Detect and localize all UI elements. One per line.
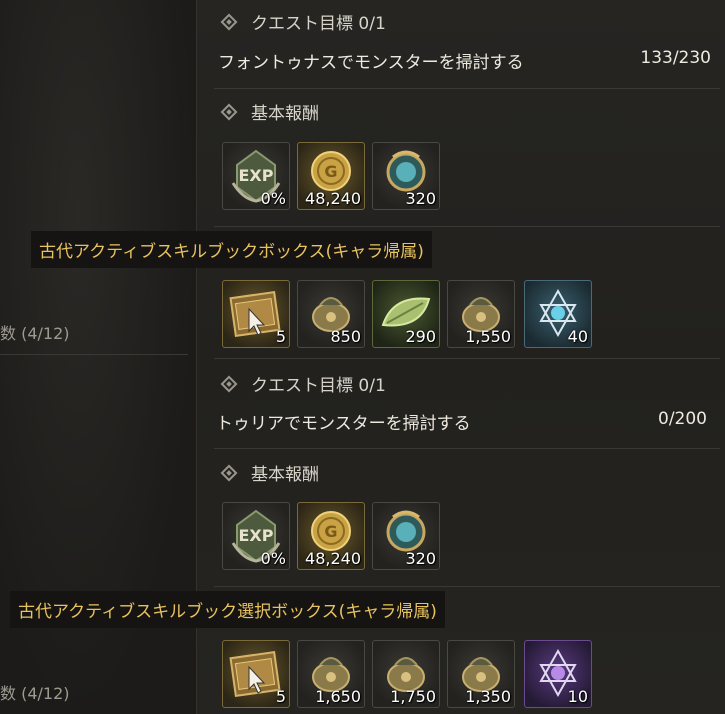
reward-slot-leaf[interactable]: 290	[372, 280, 440, 348]
reward-qty: 5	[275, 327, 286, 346]
reward-qty: 0%	[260, 549, 286, 568]
objective-header-text: クエスト目標 0/1	[251, 376, 386, 396]
section-divider	[214, 88, 720, 89]
reward-slot-gold[interactable]: G 48,240	[297, 502, 365, 570]
reward-qty: 40	[567, 327, 588, 346]
left-progress-count-2: 数 (4/12)	[0, 684, 70, 703]
reward-slot-pouch[interactable]: 1,750	[372, 640, 440, 708]
reward-slot-crystal[interactable]: 10	[524, 640, 592, 708]
basic-reward-header: 基本報酬	[219, 99, 319, 124]
reward-slot-pouch[interactable]: 1,350	[447, 640, 515, 708]
reward-qty: 1,650	[315, 687, 361, 706]
diamond-bullet-icon	[220, 103, 238, 120]
quest-objective-text: フォントゥナスでモンスターを掃討する	[218, 53, 524, 73]
section-divider	[214, 226, 720, 227]
reward-slot-pouch[interactable]: 1,550	[447, 280, 515, 348]
quest-objective-text: トゥリアでモンスターを掃討する	[216, 414, 471, 434]
mouse-cursor-icon	[248, 307, 266, 336]
svg-text:G: G	[324, 522, 337, 541]
basic-reward-header: 基本報酬	[219, 460, 319, 485]
reward-qty: 1,750	[390, 687, 436, 706]
reward-qty: 0%	[260, 189, 286, 208]
item-tooltip: 古代アクティブスキルブックボックス(キャラ帰属)	[31, 231, 432, 268]
reward-slot-gold[interactable]: G 48,240	[297, 142, 365, 210]
reward-qty: 48,240	[305, 189, 361, 208]
quest-objective-count: 133/230	[640, 48, 711, 68]
reward-qty: 320	[405, 549, 436, 568]
reward-qty: 48,240	[305, 549, 361, 568]
objective-header-text: クエスト目標 0/1	[251, 14, 386, 34]
left-progress-count-1: 数 (4/12)	[0, 324, 70, 343]
reward-header-text: 基本報酬	[251, 465, 319, 485]
reward-slot-pouch[interactable]: 850	[297, 280, 365, 348]
reward-qty: 10	[567, 687, 588, 706]
diamond-bullet-icon	[220, 375, 238, 392]
section-divider	[214, 586, 720, 587]
reward-slot-skill-book-box[interactable]: 5	[222, 640, 290, 708]
reward-header-text: 基本報酬	[251, 104, 319, 124]
reward-slot-pouch[interactable]: 1,650	[297, 640, 365, 708]
left-divider	[0, 354, 188, 355]
item-tooltip: 古代アクティブスキルブック選択ボックス(キャラ帰属)	[10, 591, 445, 628]
reward-qty: 290	[405, 327, 436, 346]
section-divider	[214, 448, 720, 449]
reward-slot-exp[interactable]: EXP 0%	[222, 142, 290, 210]
quest-objective-header: クエスト目標 0/1	[219, 371, 386, 396]
reward-qty: 320	[405, 189, 436, 208]
reward-qty: 850	[330, 327, 361, 346]
reward-slot-crystal[interactable]: 40	[524, 280, 592, 348]
diamond-bullet-icon	[220, 464, 238, 481]
reward-slot-orb[interactable]: 320	[372, 142, 440, 210]
svg-text:EXP: EXP	[239, 166, 274, 185]
section-divider	[214, 358, 720, 359]
reward-qty: 1,550	[465, 327, 511, 346]
quest-objective-header: クエスト目標 0/1	[219, 9, 386, 34]
svg-text:G: G	[324, 162, 337, 181]
mouse-cursor-icon	[248, 665, 266, 694]
diamond-bullet-icon	[220, 13, 238, 30]
reward-slot-orb[interactable]: 320	[372, 502, 440, 570]
reward-slot-skill-book-box[interactable]: 5	[222, 280, 290, 348]
reward-qty: 5	[275, 687, 286, 706]
reward-slot-exp[interactable]: EXP 0%	[222, 502, 290, 570]
svg-text:EXP: EXP	[239, 526, 274, 545]
quest-objective-count: 0/200	[658, 409, 707, 429]
reward-qty: 1,350	[465, 687, 511, 706]
